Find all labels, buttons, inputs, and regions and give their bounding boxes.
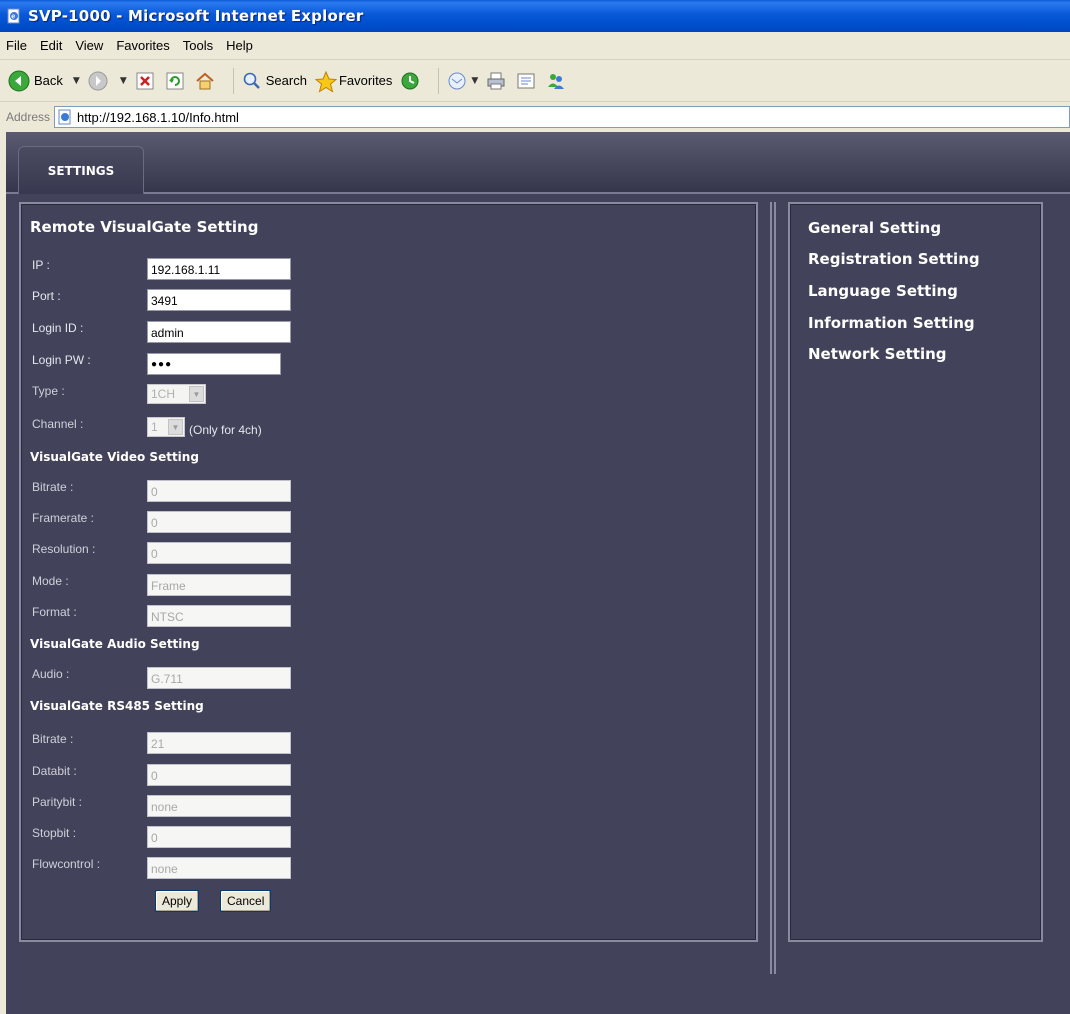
stop-icon[interactable] (135, 71, 155, 91)
rs-bitrate-label: Bitrate : (32, 732, 74, 746)
stopbit-label: Stopbit : (32, 826, 77, 840)
apply-button[interactable]: Apply (155, 890, 200, 912)
back-dropdown-icon[interactable]: ▼ (73, 76, 80, 86)
window-title: SVP-1000 - Microsoft Internet Explorer (28, 7, 364, 25)
video-section-title: VisualGate Video Setting (30, 450, 199, 464)
nav-general-setting[interactable]: General Setting (808, 219, 941, 237)
svg-text:e: e (11, 14, 15, 21)
bitrate-input[interactable]: 0 (147, 480, 291, 502)
page-icon (57, 109, 73, 125)
port-label: Port : (32, 289, 61, 303)
audio-input[interactable]: G.711 (147, 667, 291, 689)
address-url: http://192.168.1.10/Info.html (77, 109, 239, 125)
chevron-down-icon: ▼ (168, 419, 183, 435)
refresh-icon[interactable] (165, 71, 185, 91)
rs-bitrate-input[interactable]: 21 (147, 732, 291, 754)
channel-note: (Only for 4ch) (189, 423, 262, 437)
address-input[interactable]: http://192.168.1.10/Info.html (54, 106, 1070, 128)
settings-panel (19, 202, 758, 942)
menu-view[interactable]: View (75, 38, 103, 53)
page-content: SETTINGS Remote VisualGate Setting IP : … (6, 132, 1070, 1014)
favorites-button[interactable]: Favorites (314, 70, 393, 93)
nav-network-setting[interactable]: Network Setting (808, 345, 947, 363)
type-value: 1CH (151, 387, 176, 401)
resolution-input[interactable]: 0 (147, 542, 291, 564)
tab-rule (6, 192, 1070, 194)
chevron-down-icon: ▼ (189, 386, 204, 402)
databit-label: Databit : (32, 764, 77, 778)
menu-bar: File Edit View Favorites Tools Help (0, 32, 1070, 60)
forward-dropdown-icon[interactable]: ▼ (120, 76, 127, 86)
nav-information-setting[interactable]: Information Setting (808, 314, 975, 332)
form-title: Remote VisualGate Setting (30, 218, 259, 236)
login-pw-input[interactable]: ●●● (147, 353, 281, 375)
flowcontrol-label: Flowcontrol : (32, 857, 101, 871)
search-icon (242, 71, 262, 91)
ip-label: IP : (32, 258, 50, 272)
back-arrow-icon (8, 70, 30, 92)
search-button[interactable]: Search (242, 71, 307, 91)
menu-favorites[interactable]: Favorites (116, 38, 169, 53)
format-input[interactable]: NTSC (147, 605, 291, 627)
stopbit-input[interactable]: 0 (147, 826, 291, 848)
toolbar: Back ▼ ▼ Search Favorites ▼ (0, 60, 1070, 102)
toolbar-separator (232, 67, 234, 94)
resolution-label: Resolution : (32, 542, 96, 556)
cancel-button[interactable]: Cancel (220, 890, 272, 912)
channel-value: 1 (151, 420, 158, 434)
messenger-icon[interactable] (546, 71, 566, 91)
flowcontrol-input[interactable]: none (147, 857, 291, 879)
menu-help[interactable]: Help (226, 38, 253, 53)
nav-language-setting[interactable]: Language Setting (808, 282, 958, 300)
tab-band (6, 132, 1070, 194)
search-label: Search (265, 73, 307, 88)
tab-settings[interactable]: SETTINGS (18, 146, 144, 194)
channel-select[interactable]: 1 ▼ (147, 417, 185, 437)
toolbar-separator-2 (438, 67, 440, 94)
favorites-star-icon (314, 70, 338, 93)
audio-section-title: VisualGate Audio Setting (30, 637, 200, 651)
port-input[interactable]: 3491 (147, 289, 291, 311)
login-pw-label: Login PW : (32, 353, 91, 367)
menu-tools[interactable]: Tools (183, 38, 213, 53)
forward-arrow-icon[interactable] (88, 71, 108, 91)
mail-dropdown-icon[interactable]: ▼ (471, 76, 478, 86)
back-button[interactable]: Back (8, 70, 63, 92)
bitrate-label: Bitrate : (32, 480, 74, 494)
login-id-input[interactable]: admin (147, 321, 291, 343)
print-icon[interactable] (486, 71, 506, 91)
framerate-label: Framerate : (32, 511, 95, 525)
menu-file[interactable]: File (6, 38, 27, 53)
rs485-section-title: VisualGate RS485 Setting (30, 699, 204, 713)
channel-label: Channel : (32, 417, 84, 431)
ie-page-icon: e (6, 8, 22, 24)
login-id-label: Login ID : (32, 321, 84, 335)
nav-registration-setting[interactable]: Registration Setting (808, 250, 980, 268)
nav-panel (788, 202, 1043, 942)
panel-divider (770, 202, 776, 974)
paritybit-input[interactable]: none (147, 795, 291, 817)
menu-edit[interactable]: Edit (40, 38, 62, 53)
type-select[interactable]: 1CH ▼ (147, 384, 206, 404)
favorites-label: Favorites (338, 73, 393, 88)
mode-label: Mode : (32, 574, 69, 588)
audio-label: Audio : (32, 667, 70, 681)
mode-input[interactable]: Frame (147, 574, 291, 596)
history-icon[interactable] (400, 71, 420, 91)
window-titlebar: e SVP-1000 - Microsoft Internet Explorer (0, 0, 1070, 32)
ip-input[interactable]: 192.168.1.11 (147, 258, 291, 280)
paritybit-label: Paritybit : (32, 795, 83, 809)
mail-icon[interactable] (447, 71, 467, 91)
type-label: Type : (32, 384, 65, 398)
back-label: Back (34, 73, 63, 88)
framerate-input[interactable]: 0 (147, 511, 291, 533)
address-label: Address (6, 110, 51, 124)
edit-icon[interactable] (516, 71, 536, 91)
databit-input[interactable]: 0 (147, 764, 291, 786)
format-label: Format : (32, 605, 77, 619)
home-icon[interactable] (195, 71, 215, 91)
address-bar: Address http://192.168.1.10/Info.html (0, 102, 1070, 132)
